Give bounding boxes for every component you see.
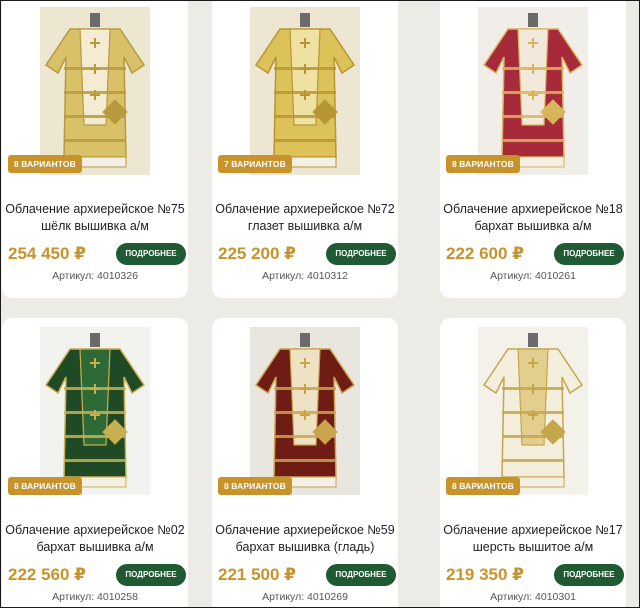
robe-trim-band bbox=[274, 139, 336, 142]
details-button[interactable]: ПОДРОБНЕЕ bbox=[116, 243, 186, 265]
robe-trim-band bbox=[502, 115, 564, 118]
robe-trim-band bbox=[274, 115, 336, 118]
details-button[interactable]: ПОДРОБНЕЕ bbox=[554, 564, 624, 586]
product-article: Артикул: 4010258 bbox=[52, 591, 138, 603]
product-article: Артикул: 4010269 bbox=[262, 591, 348, 603]
product-price: 222 560 ₽ bbox=[8, 565, 87, 584]
product-title-line2[interactable]: бархат вышивка а/м bbox=[440, 218, 626, 235]
details-button[interactable]: ПОДРОБНЕЕ bbox=[554, 243, 624, 265]
product-image[interactable] bbox=[40, 327, 150, 495]
product-title-line1[interactable]: Облачение архиерейское №18 bbox=[440, 201, 626, 218]
product-title-line1[interactable]: Облачение архиерейское №75 bbox=[2, 201, 188, 218]
mannequin-neck bbox=[90, 333, 100, 347]
variants-badge: 8 ВАРИАНТОВ bbox=[446, 477, 520, 495]
vestment-illustration bbox=[254, 333, 356, 488]
product-card[interactable]: 8 ВАРИАНТОВ Облачение архиерейское №75 ш… bbox=[2, 0, 188, 298]
mannequin-neck bbox=[300, 333, 310, 347]
product-title-line1[interactable]: Облачение архиерейское №72 bbox=[212, 201, 398, 218]
details-button[interactable]: ПОДРОБНЕЕ bbox=[326, 243, 396, 265]
product-title-line2[interactable]: бархат вышивка а/м bbox=[2, 539, 188, 556]
product-title-line2[interactable]: бархат вышивка (гладь) bbox=[212, 539, 398, 556]
product-grid: 8 ВАРИАНТОВ Облачение архиерейское №75 ш… bbox=[0, 0, 640, 608]
vestment-illustration bbox=[44, 333, 146, 488]
product-price: 222 600 ₽ bbox=[446, 244, 525, 263]
product-image[interactable] bbox=[478, 7, 588, 175]
mannequin-neck bbox=[90, 13, 100, 27]
robe-trim-band bbox=[274, 459, 336, 462]
product-price: 219 350 ₽ bbox=[446, 565, 525, 584]
product-title[interactable]: Облачение архиерейское №59 бархат вышивк… bbox=[212, 522, 398, 556]
product-title-line2[interactable]: шерсть вышитое а/м bbox=[440, 539, 626, 556]
product-price: 221 500 ₽ bbox=[218, 565, 297, 584]
variants-badge: 8 ВАРИАНТОВ bbox=[446, 155, 520, 173]
product-title[interactable]: Облачение архиерейское №75 шёлк вышивка … bbox=[2, 201, 188, 235]
robe-trim-band bbox=[502, 459, 564, 462]
product-title[interactable]: Облачение архиерейское №18 бархат вышивк… bbox=[440, 201, 626, 235]
product-price: 254 450 ₽ bbox=[8, 244, 87, 263]
product-image[interactable] bbox=[40, 7, 150, 175]
product-title-line1[interactable]: Облачение архиерейское №59 bbox=[212, 522, 398, 539]
product-card[interactable]: 8 ВАРИАНТОВ Облачение архиерейское №59 б… bbox=[212, 318, 398, 608]
mannequin-neck bbox=[528, 13, 538, 27]
product-card[interactable]: 8 ВАРИАНТОВ Облачение архиерейское №02 б… bbox=[2, 318, 188, 608]
product-article: Артикул: 4010326 bbox=[52, 270, 138, 282]
product-article: Артикул: 4010261 bbox=[490, 270, 576, 282]
product-card[interactable]: 8 ВАРИАНТОВ Облачение архиерейское №17 ш… bbox=[440, 318, 626, 608]
product-card[interactable]: 7 ВАРИАНТОВ Облачение архиерейское №72 г… bbox=[212, 0, 398, 298]
variants-badge: 8 ВАРИАНТОВ bbox=[218, 477, 292, 495]
details-button[interactable]: ПОДРОБНЕЕ bbox=[116, 564, 186, 586]
product-image[interactable] bbox=[478, 327, 588, 495]
product-title-line1[interactable]: Облачение архиерейское №02 bbox=[2, 522, 188, 539]
details-button[interactable]: ПОДРОБНЕЕ bbox=[326, 564, 396, 586]
product-title[interactable]: Облачение архиерейское №17 шерсть вышито… bbox=[440, 522, 626, 556]
vestment-illustration bbox=[482, 333, 584, 488]
vestment-illustration bbox=[254, 13, 356, 168]
robe-trim-band bbox=[274, 435, 336, 438]
variants-badge: 8 ВАРИАНТОВ bbox=[8, 477, 82, 495]
product-title-line2[interactable]: глазет вышивка а/м bbox=[212, 218, 398, 235]
robe-trim-band bbox=[502, 435, 564, 438]
vestment-illustration bbox=[44, 13, 146, 168]
product-price: 225 200 ₽ bbox=[218, 244, 297, 263]
product-image[interactable] bbox=[250, 327, 360, 495]
product-article: Артикул: 4010312 bbox=[262, 270, 348, 282]
product-title-line1[interactable]: Облачение архиерейское №17 bbox=[440, 522, 626, 539]
product-title[interactable]: Облачение архиерейское №72 глазет вышивк… bbox=[212, 201, 398, 235]
variants-badge: 7 ВАРИАНТОВ bbox=[218, 155, 292, 173]
product-card[interactable]: 8 ВАРИАНТОВ Облачение архиерейское №18 б… bbox=[440, 0, 626, 298]
robe-trim-band bbox=[502, 139, 564, 142]
variants-badge: 8 ВАРИАНТОВ bbox=[8, 155, 82, 173]
product-image[interactable] bbox=[250, 7, 360, 175]
vestment-illustration bbox=[482, 13, 584, 168]
product-title-line2[interactable]: шёлк вышивка а/м bbox=[2, 218, 188, 235]
product-title[interactable]: Облачение архиерейское №02 бархат вышивк… bbox=[2, 522, 188, 556]
robe-trim-band bbox=[64, 139, 126, 142]
product-article: Артикул: 4010301 bbox=[490, 591, 576, 603]
robe-trim-band bbox=[64, 115, 126, 118]
robe-trim-band bbox=[64, 435, 126, 438]
mannequin-neck bbox=[528, 333, 538, 347]
mannequin-neck bbox=[300, 13, 310, 27]
robe-trim-band bbox=[64, 459, 126, 462]
